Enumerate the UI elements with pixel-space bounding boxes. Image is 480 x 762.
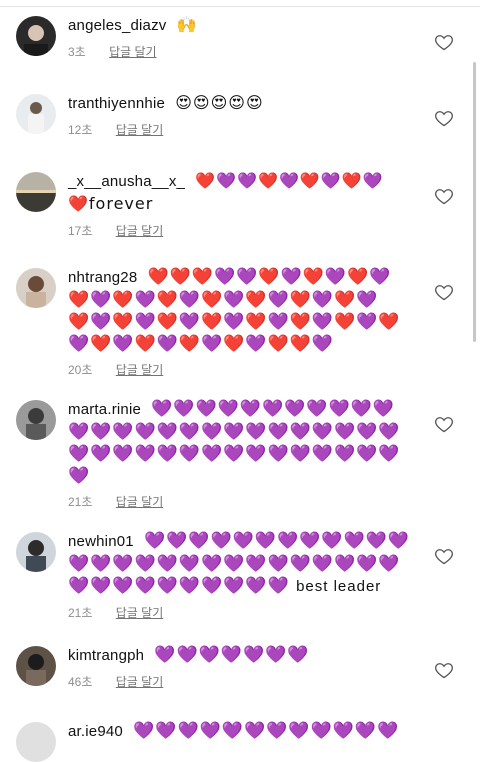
- avatar[interactable]: [16, 268, 56, 308]
- comment-text-line: 💜💜💜💜💜💜💜💜💜💜 best leader: [68, 575, 398, 598]
- comment-text: 💜💜💜💜💜💜💜💜💜💜💜💜: [144, 531, 411, 551]
- avatar[interactable]: [16, 646, 56, 686]
- heart-outline-icon[interactable]: [434, 660, 454, 680]
- comment-username[interactable]: _x__anusha__x_: [68, 173, 185, 190]
- scrollbar[interactable]: [473, 62, 476, 342]
- avatar[interactable]: [16, 722, 56, 762]
- comment-username[interactable]: ar.ie940: [68, 723, 123, 740]
- comment-text: 🙌: [176, 15, 198, 34]
- comment-text: 💜💜💜💜💜💜💜: [154, 645, 310, 665]
- avatar[interactable]: [16, 172, 56, 212]
- comment-meta: 20초 답글 달기: [68, 361, 398, 378]
- comment-body: nhtrang28 ❤️❤️❤️💜💜❤️💜❤️💜❤️💜 ❤️💜❤️💜❤️💜❤️💜…: [68, 266, 401, 378]
- comment-time: 46초: [68, 675, 93, 689]
- comment-time: 21초: [68, 495, 93, 509]
- comment-body: tranthiyennhie 😍😍😍😍😍 12초 답글 달기: [68, 92, 398, 138]
- comment-meta: 21초 답글 달기: [68, 604, 398, 621]
- comment-username[interactable]: angeles_diazv: [68, 17, 167, 34]
- comment-body: _x__anusha__x_ ❤️💜💜❤️💜❤️💜❤️💜 ❤️forever 1…: [68, 170, 398, 239]
- comment-username[interactable]: tranthiyennhie: [68, 95, 165, 112]
- reply-button[interactable]: 답글 달기: [109, 45, 157, 59]
- comment-text-line: ❤️💜❤️💜❤️💜❤️💜❤️💜❤️💜❤️💜: [68, 290, 379, 310]
- heart-outline-icon[interactable]: [434, 32, 454, 52]
- avatar[interactable]: [16, 94, 56, 134]
- comment-username[interactable]: marta.rinie: [68, 401, 141, 418]
- comment-body: angeles_diazv 🙌 3초 답글 달기: [68, 14, 398, 60]
- comment-meta: 46초 답글 달기: [68, 673, 398, 690]
- comment-username[interactable]: kimtrangph: [68, 647, 144, 664]
- comment-time: 21초: [68, 606, 93, 620]
- comment-text-line: 💜💜💜💜💜💜💜💜💜💜💜💜💜💜💜: [68, 444, 401, 464]
- comment-text-line: ❤️💜❤️💜❤️💜❤️💜❤️💜❤️💜❤️💜❤️: [68, 312, 401, 332]
- comment-text: 💜💜💜💜💜💜💜💜💜💜💜: [151, 399, 396, 419]
- comment-time: 3초: [68, 45, 86, 59]
- comment-text: 💜💜💜💜💜💜💜💜💜💜💜💜: [133, 721, 400, 741]
- reply-button[interactable]: 답글 달기: [116, 363, 164, 377]
- heart-outline-icon[interactable]: [434, 108, 454, 128]
- comment-body: ar.ie940 💜💜💜💜💜💜💜💜💜💜💜💜: [68, 720, 398, 743]
- comment-text: ❤️💜💜❤️💜❤️💜❤️💜: [195, 171, 384, 190]
- comment-text-line: 💜: [68, 466, 91, 486]
- comment-meta: 12초 답글 달기: [68, 121, 398, 138]
- comment-suffix: best leader: [296, 578, 382, 595]
- avatar[interactable]: [16, 400, 56, 440]
- comment-text-continued: ❤️forever: [68, 194, 154, 213]
- reply-button[interactable]: 답글 달기: [116, 606, 164, 620]
- comment-text-line: 💜💜💜💜💜💜💜💜💜💜💜💜💜💜💜: [68, 422, 401, 442]
- comment-text: ❤️❤️❤️💜💜❤️💜❤️💜❤️💜: [147, 267, 392, 287]
- heart-outline-icon[interactable]: [434, 282, 454, 302]
- heart-outline-icon[interactable]: [434, 186, 454, 206]
- comment-meta: 17초 답글 달기: [68, 222, 398, 239]
- avatar[interactable]: [16, 532, 56, 572]
- reply-button[interactable]: 답글 달기: [116, 123, 164, 137]
- comment-body: kimtrangph 💜💜💜💜💜💜💜 46초 답글 달기: [68, 644, 398, 690]
- reply-button[interactable]: 답글 달기: [116, 495, 164, 509]
- comment-text-line: 💜💜💜💜💜💜💜💜💜💜💜💜💜💜💜: [68, 554, 401, 574]
- comment-body: newhin01 💜💜💜💜💜💜💜💜💜💜💜💜 💜💜💜💜💜💜💜💜💜💜💜💜💜💜💜 💜💜…: [68, 530, 409, 621]
- comment-username[interactable]: newhin01: [68, 533, 134, 550]
- reply-button[interactable]: 답글 달기: [116, 675, 164, 689]
- comment-username[interactable]: nhtrang28: [68, 269, 137, 286]
- avatar[interactable]: [16, 16, 56, 56]
- comment-text: 😍😍😍😍😍: [175, 93, 264, 112]
- comment-meta: 3초 답글 달기: [68, 43, 398, 60]
- reply-button[interactable]: 답글 달기: [116, 224, 164, 238]
- comment-meta: 21초 답글 달기: [68, 493, 398, 510]
- comment-body: marta.rinie 💜💜💜💜💜💜💜💜💜💜💜 💜💜💜💜💜💜💜💜💜💜💜💜💜💜💜 …: [68, 398, 401, 510]
- heart-outline-icon[interactable]: [434, 546, 454, 566]
- comment-time: 20초: [68, 363, 93, 377]
- comment-time: 12초: [68, 123, 93, 137]
- comment-text-line: 💜❤️💜❤️💜❤️💜❤️💜❤️❤️💜: [68, 334, 335, 354]
- heart-outline-icon[interactable]: [434, 414, 454, 434]
- comment-time: 17초: [68, 224, 93, 238]
- top-divider: [0, 6, 480, 7]
- comment-hearts: 💜💜💜💜💜💜💜💜💜💜: [68, 576, 290, 596]
